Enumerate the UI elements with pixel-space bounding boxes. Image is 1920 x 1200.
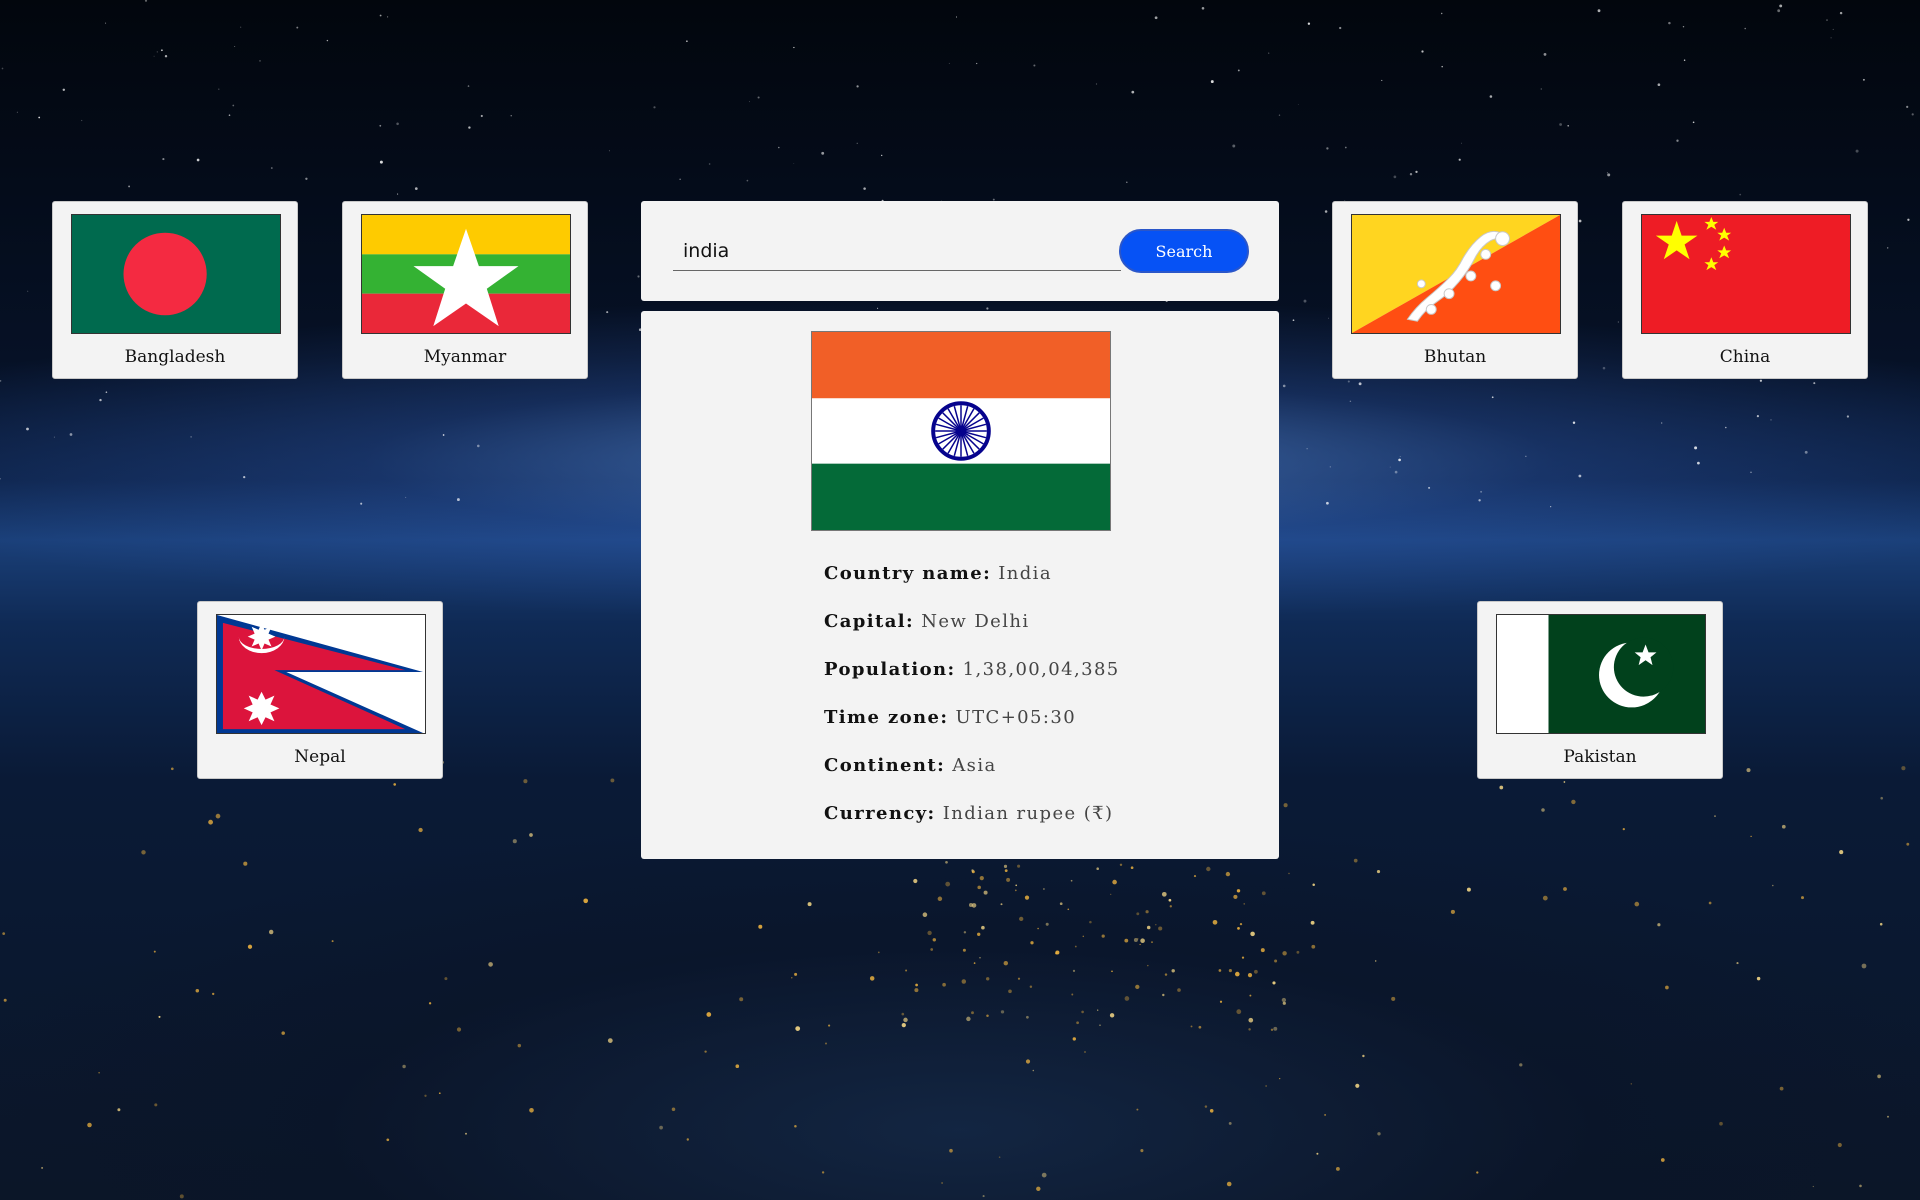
detail-population: Population: 1,38,00,04,385: [824, 659, 1120, 680]
detail-currency: Currency: Indian rupee (₹): [824, 803, 1114, 824]
country-details: Country name: India Capital: New Delhi P…: [824, 563, 1120, 851]
neighbor-name: Pakistan: [1563, 747, 1637, 767]
nepal-flag: [216, 614, 426, 734]
country-info-panel: Country name: India Capital: New Delhi P…: [641, 311, 1279, 859]
china-flag: [1641, 214, 1851, 334]
india-flag: [811, 331, 1111, 531]
neighbor-card-pakistan[interactable]: Pakistan: [1477, 601, 1723, 779]
detail-capital: Capital: New Delhi: [824, 611, 1030, 632]
neighbor-card-myanmar[interactable]: Myanmar: [342, 201, 588, 379]
search-button[interactable]: Search: [1119, 229, 1249, 273]
myanmar-flag: [361, 214, 571, 334]
detail-time-zone: Time zone: UTC+05:30: [824, 707, 1077, 728]
pakistan-flag: [1496, 614, 1706, 734]
detail-continent: Continent: Asia: [824, 755, 997, 776]
search-input[interactable]: [673, 231, 1121, 271]
neighbor-name: Bhutan: [1423, 347, 1487, 367]
search-panel: Search: [641, 201, 1279, 301]
neighbor-name: Myanmar: [423, 347, 507, 367]
neighbor-name: China: [1719, 347, 1771, 367]
neighbor-card-nepal[interactable]: Nepal: [197, 601, 443, 779]
ashoka-chakra-icon: [931, 401, 991, 461]
neighbor-card-bhutan[interactable]: Bhutan: [1332, 201, 1578, 379]
neighbor-name: Bangladesh: [124, 347, 226, 367]
neighbor-card-china[interactable]: China: [1622, 201, 1868, 379]
detail-country-name: Country name: India: [824, 563, 1052, 584]
neighbor-name: Nepal: [294, 747, 346, 767]
bhutan-flag: [1351, 214, 1561, 334]
neighbor-card-bangladesh[interactable]: Bangladesh: [52, 201, 298, 379]
bangladesh-flag: [71, 214, 281, 334]
